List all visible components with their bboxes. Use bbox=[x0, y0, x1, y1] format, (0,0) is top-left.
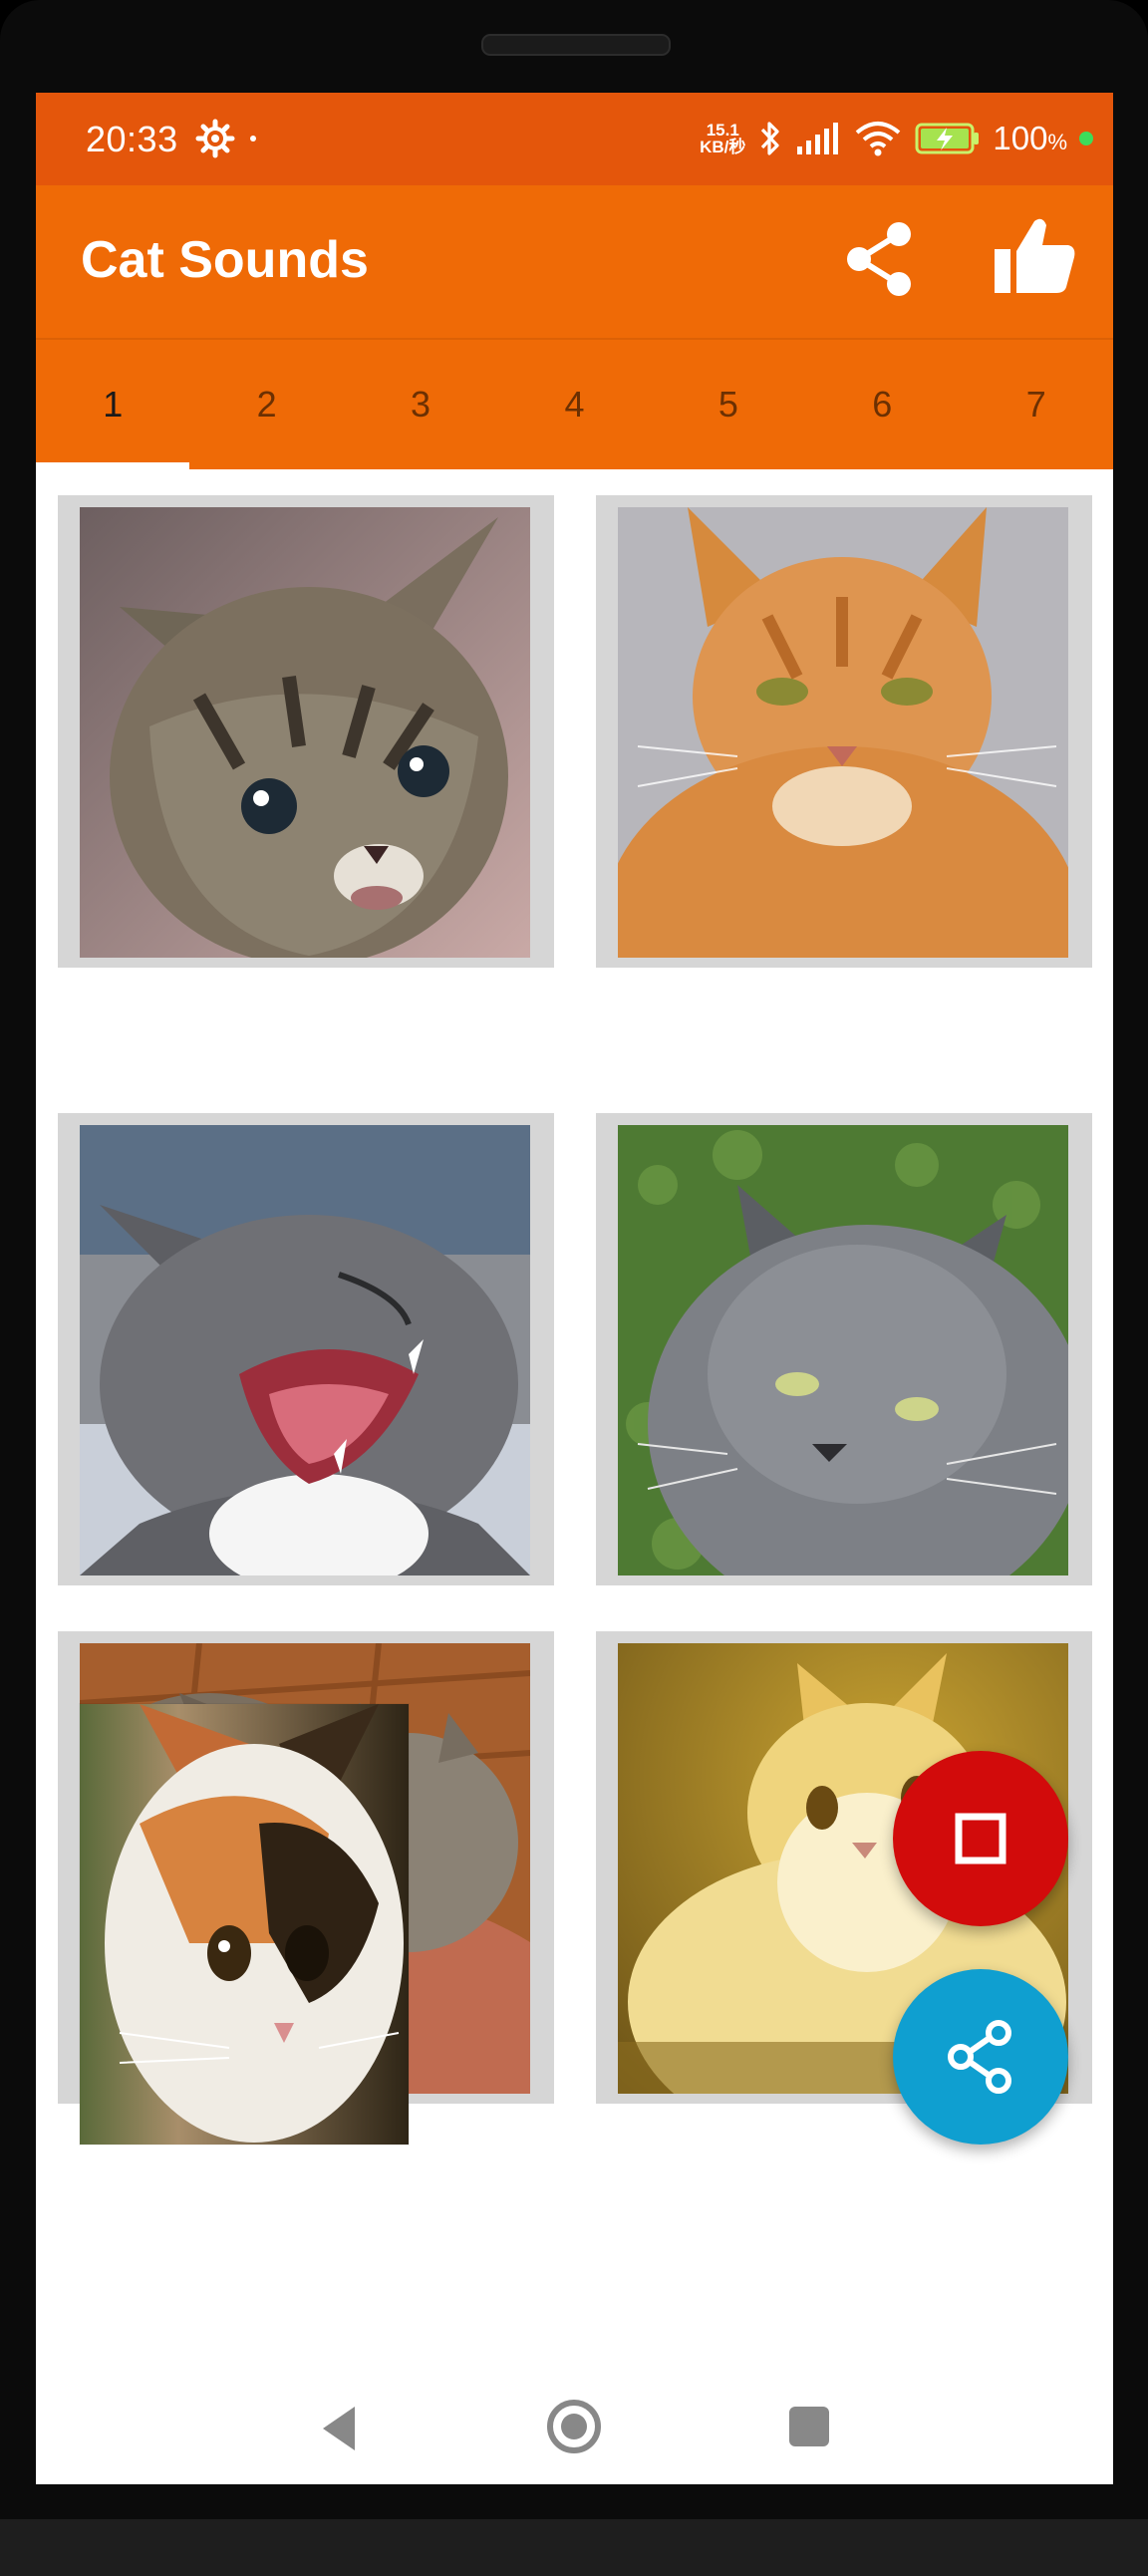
battery-percent: 100% bbox=[993, 120, 1067, 156]
tab-5[interactable]: 5 bbox=[652, 340, 805, 469]
tab-label: 4 bbox=[564, 384, 585, 425]
share-icon bbox=[948, 2020, 1011, 2094]
tab-bar: 1 2 3 4 5 6 7 bbox=[36, 340, 1113, 469]
app-bar: Cat Sounds bbox=[36, 185, 1113, 340]
cellular-signal-icon bbox=[797, 123, 839, 154]
sound-tile-hissing-gray-cat[interactable] bbox=[58, 1113, 554, 1585]
kitten-tabby-image bbox=[80, 507, 530, 958]
status-bar: 20:33 15.1 KB/秒 100% bbox=[36, 93, 1113, 185]
tab-label: 6 bbox=[872, 384, 893, 425]
recents-icon[interactable] bbox=[785, 2403, 833, 2450]
bluetooth-icon bbox=[761, 122, 779, 155]
wifi-icon bbox=[856, 122, 901, 156]
tab-label: 2 bbox=[256, 384, 277, 425]
net-speed: 15.1 KB/秒 bbox=[700, 122, 745, 155]
stop-icon bbox=[955, 1813, 1006, 1864]
tab-label: 7 bbox=[1025, 384, 1046, 425]
share-icon[interactable] bbox=[843, 220, 917, 298]
earpiece-speaker bbox=[481, 34, 671, 56]
phone-chin bbox=[0, 2519, 1148, 2576]
share-sound-button[interactable] bbox=[893, 1969, 1068, 2145]
app-title: Cat Sounds bbox=[81, 231, 369, 289]
orange-tabby-cat-image bbox=[618, 507, 1068, 958]
now-playing-thumbnail[interactable] bbox=[80, 1704, 409, 2145]
phone-frame: 20:33 15.1 KB/秒 100% Cat Sounds 1 2 3 4 … bbox=[0, 0, 1148, 2576]
tab-1[interactable]: 1 bbox=[36, 340, 190, 469]
tab-7[interactable]: 7 bbox=[960, 340, 1113, 469]
tab-3[interactable]: 3 bbox=[344, 340, 497, 469]
thumbs-up-icon[interactable] bbox=[993, 215, 1076, 295]
calico-kitten-image bbox=[80, 1704, 409, 2145]
back-icon[interactable] bbox=[315, 2401, 371, 2456]
home-icon[interactable] bbox=[544, 2397, 604, 2456]
notification-dot bbox=[250, 136, 256, 142]
settings-gear-icon bbox=[195, 119, 235, 158]
sound-tile-gray-fluffy-cat[interactable] bbox=[596, 1113, 1092, 1585]
sound-tile-orange-tabby-cat[interactable] bbox=[596, 495, 1092, 968]
tab-6[interactable]: 6 bbox=[805, 340, 959, 469]
stop-button[interactable] bbox=[893, 1751, 1068, 1926]
status-time: 20:33 bbox=[86, 119, 178, 159]
system-navigation-bar bbox=[36, 2375, 1113, 2484]
privacy-indicator-dot bbox=[1079, 132, 1093, 145]
tab-label: 1 bbox=[103, 384, 124, 425]
tab-label: 5 bbox=[718, 384, 738, 425]
tab-2[interactable]: 2 bbox=[189, 340, 343, 469]
tab-4[interactable]: 4 bbox=[497, 340, 651, 469]
net-speed-value: 15.1 bbox=[706, 121, 739, 140]
hissing-gray-cat-image bbox=[80, 1125, 530, 1575]
gray-fluffy-cat-image bbox=[618, 1125, 1068, 1575]
sound-tile-kitten-tabby[interactable] bbox=[58, 495, 554, 968]
tab-label: 3 bbox=[411, 384, 431, 425]
net-speed-unit: KB/秒 bbox=[700, 138, 746, 156]
screen: 20:33 15.1 KB/秒 100% Cat Sounds 1 2 3 4 … bbox=[36, 93, 1113, 2484]
status-right-cluster: 15.1 KB/秒 100% bbox=[700, 113, 1093, 164]
battery-charging-icon bbox=[915, 123, 980, 154]
